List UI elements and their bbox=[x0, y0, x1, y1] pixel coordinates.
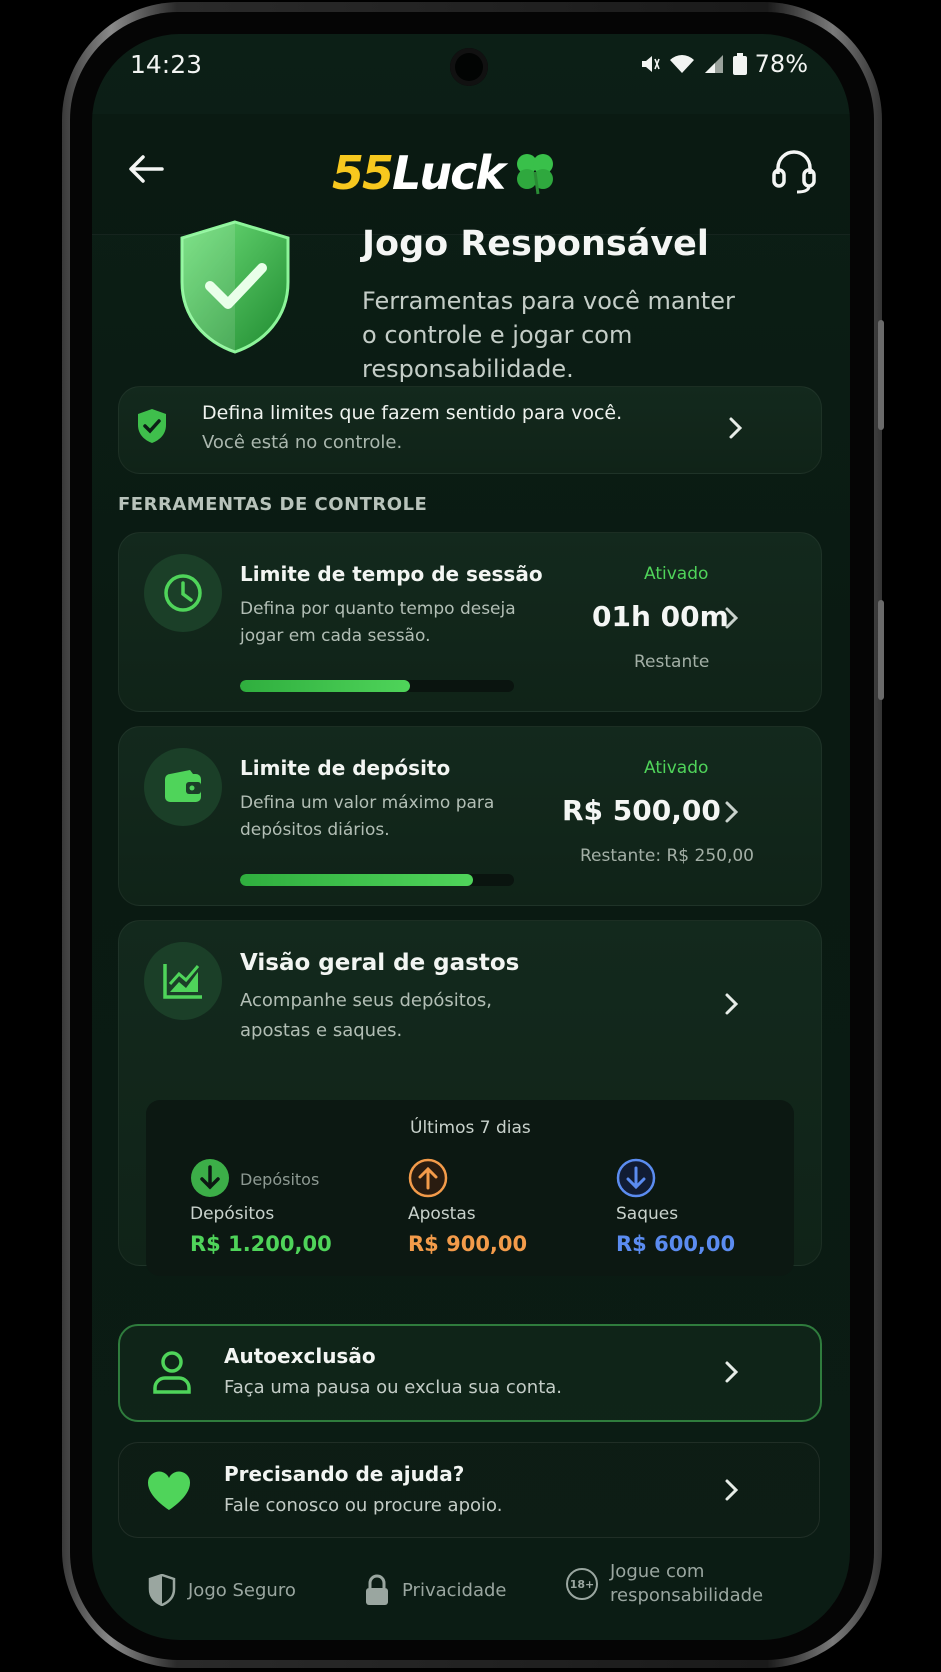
volume-button bbox=[878, 320, 884, 430]
icon-caption: Depósitos bbox=[240, 1170, 320, 1189]
footer-responsible-text: Jogue com responsabilidade bbox=[610, 1560, 763, 1608]
session-status-badge: Ativado bbox=[644, 564, 709, 584]
stat-value-bets: R$ 900,00 bbox=[408, 1232, 528, 1256]
power-button bbox=[878, 600, 884, 700]
age-18-icon: 18+ bbox=[566, 1568, 598, 1600]
stat-value-withdrawals: R$ 600,00 bbox=[616, 1232, 736, 1256]
chevron-right-icon bbox=[724, 800, 740, 828]
help-title: Precisando de ajuda? bbox=[224, 1462, 465, 1486]
spending-desc: Acompanhe seus depósitos, apostas e saqu… bbox=[240, 986, 492, 1046]
arrow-down-blue-icon bbox=[616, 1158, 656, 1202]
chevron-right-icon bbox=[724, 1478, 740, 1506]
arrow-left-icon bbox=[129, 155, 164, 183]
self-exclusion-subtitle: Faça uma pausa ou exclua sua conta. bbox=[224, 1377, 563, 1398]
deposit-status-badge: Ativado bbox=[644, 758, 709, 778]
session-limit-value: 01h 00m bbox=[592, 600, 729, 633]
banner-title: Defina limites que fazem sentido para vo… bbox=[202, 402, 623, 424]
footer-responsible[interactable]: 18+ Jogue com responsabilidade bbox=[566, 1560, 763, 1608]
banner-subtitle: Você está no controle. bbox=[202, 432, 403, 453]
footer-safe-label: Jogo Seguro bbox=[188, 1579, 296, 1601]
user-icon bbox=[152, 1350, 192, 1398]
stat-label-deposits: Depósitos bbox=[190, 1204, 275, 1224]
spending-title: Visão geral de gastos bbox=[240, 950, 520, 976]
shield-check-icon bbox=[176, 218, 294, 358]
stat-label-bets: Apostas bbox=[408, 1204, 476, 1224]
chevron-right-icon bbox=[724, 1360, 740, 1388]
footer-responsible-line: Jogue com bbox=[610, 1561, 705, 1582]
headset-icon bbox=[772, 150, 816, 194]
clock-icon bbox=[164, 574, 202, 612]
deposit-limit-desc: Defina um valor máximo para depósitos di… bbox=[240, 790, 494, 844]
subtitle-line: Ferramentas para você manter bbox=[362, 287, 735, 315]
desc-line: Defina um valor máximo para bbox=[240, 793, 495, 813]
page-title: Jogo Responsável bbox=[362, 224, 709, 264]
chevron-right-icon bbox=[728, 416, 744, 444]
deposit-limit-value: R$ 500,00 bbox=[562, 794, 721, 827]
deposit-progress-fill bbox=[240, 874, 473, 886]
session-progress-track bbox=[240, 680, 514, 692]
footer-responsible-line: responsabilidade bbox=[610, 1585, 764, 1606]
heart-icon bbox=[146, 1470, 192, 1516]
status-time: 14:23 bbox=[130, 50, 203, 79]
age-badge-text: 18+ bbox=[569, 1577, 595, 1591]
stat-label-withdrawals: Saques bbox=[616, 1204, 679, 1224]
front-camera bbox=[450, 48, 488, 86]
status-bar: 14:23 78% bbox=[92, 34, 850, 104]
stat-value-deposits: R$ 1.200,00 bbox=[190, 1232, 332, 1256]
arrow-down-green-icon bbox=[190, 1158, 230, 1202]
back-button[interactable] bbox=[128, 154, 164, 184]
session-progress-fill bbox=[240, 680, 410, 692]
shield-icon bbox=[148, 1574, 176, 1606]
chevron-right-icon bbox=[724, 606, 740, 634]
page-subtitle: Ferramentas para você manter o controle … bbox=[362, 284, 742, 386]
self-exclusion-card[interactable] bbox=[118, 1324, 822, 1422]
session-remaining: Restante bbox=[634, 652, 710, 672]
wallet-icon-circle bbox=[144, 748, 222, 826]
logo-number: 55 bbox=[332, 146, 394, 200]
desc-line: Defina por quanto tempo deseja bbox=[240, 599, 516, 619]
desc-line: jogar em cada sessão. bbox=[240, 626, 431, 646]
shield-icon bbox=[136, 408, 168, 448]
wifi-icon bbox=[669, 55, 694, 73]
battery-icon bbox=[732, 53, 747, 75]
deposit-progress-track bbox=[240, 874, 514, 886]
screen: 14:23 78% 55 Luck Jogo Responsável Ferra… bbox=[92, 34, 850, 1640]
subtitle-line: o controle e jogar com bbox=[362, 321, 633, 349]
footer-privacy[interactable]: Privacidade bbox=[364, 1574, 506, 1606]
support-button[interactable] bbox=[772, 148, 816, 194]
lock-icon bbox=[366, 1574, 388, 1605]
vibrate-icon bbox=[641, 56, 660, 72]
self-exclusion-title: Autoexclusão bbox=[224, 1344, 376, 1368]
chevron-right-icon bbox=[724, 992, 740, 1020]
session-limit-desc: Defina por quanto tempo deseja jogar em … bbox=[240, 596, 516, 650]
status-icons: 78% bbox=[639, 50, 808, 78]
subtitle-line: responsabilidade. bbox=[362, 355, 574, 383]
limits-banner[interactable] bbox=[118, 386, 822, 474]
footer-privacy-label: Privacidade bbox=[402, 1579, 507, 1601]
desc-line: Acompanhe seus depósitos, bbox=[240, 990, 492, 1011]
signal-icon bbox=[704, 55, 723, 73]
help-card[interactable] bbox=[118, 1442, 820, 1538]
arrow-up-orange-icon bbox=[408, 1158, 448, 1202]
section-label: FERRAMENTAS DE CONTROLE bbox=[118, 494, 428, 515]
chart-icon-circle bbox=[144, 942, 222, 1020]
clock-icon-circle bbox=[144, 554, 222, 632]
footer-safe-gaming[interactable]: Jogo Seguro bbox=[148, 1574, 296, 1606]
session-limit-title: Limite de tempo de sessão bbox=[240, 562, 543, 586]
wallet-icon bbox=[165, 770, 201, 802]
logo-text: Luck bbox=[392, 146, 506, 200]
desc-line: depósitos diários. bbox=[240, 820, 390, 840]
battery-percent: 78% bbox=[754, 50, 808, 78]
app-bar: 55 Luck bbox=[92, 114, 850, 235]
brand-logo: 55 Luck bbox=[332, 146, 558, 200]
chart-up-icon bbox=[163, 964, 202, 999]
deposit-limit-title: Limite de depósito bbox=[240, 756, 451, 780]
period-label: Últimos 7 dias bbox=[410, 1118, 531, 1138]
desc-line: apostas e saques. bbox=[240, 1020, 403, 1041]
clover-icon bbox=[516, 154, 553, 195]
help-subtitle: Fale conosco ou procure apoio. bbox=[224, 1495, 503, 1516]
deposit-remaining: Restante: R$ 250,00 bbox=[580, 846, 754, 866]
